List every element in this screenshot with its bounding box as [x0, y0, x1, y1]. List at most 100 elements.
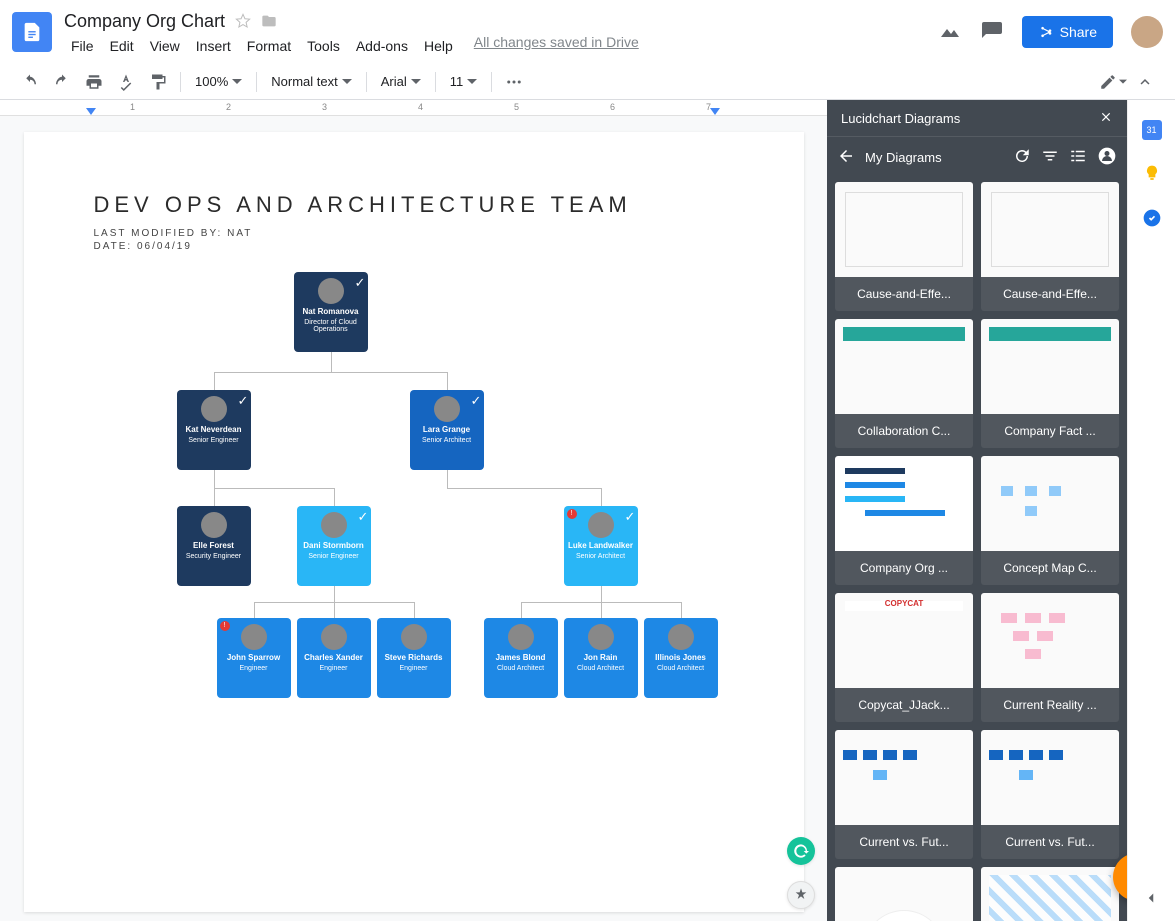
check-icon: ✓: [238, 393, 248, 403]
star-icon[interactable]: [235, 13, 251, 29]
org-node[interactable]: ! John Sparrow Engineer: [217, 618, 291, 698]
panel-header: Lucidchart Diagrams: [827, 100, 1127, 136]
keep-icon[interactable]: [1142, 164, 1162, 184]
org-node[interactable]: Jon Rain Cloud Architect: [564, 618, 638, 698]
grammarly-icon[interactable]: [787, 837, 815, 865]
org-node[interactable]: ✓ Dani Stormborn Senior Engineer: [297, 506, 371, 586]
org-node[interactable]: ✓ Kat Neverdean Senior Engineer: [177, 390, 251, 470]
diagram-thumbnail: [981, 319, 1119, 414]
diagram-label: Company Org ...: [835, 551, 973, 585]
account-icon[interactable]: [1097, 146, 1117, 169]
diagram-thumbnail: [835, 867, 973, 921]
back-icon[interactable]: [837, 147, 855, 168]
diagram-thumbnail: [981, 182, 1119, 277]
document-page[interactable]: DEV OPS AND ARCHITECTURE TEAM LAST MODIF…: [24, 132, 804, 912]
check-icon: ✓: [355, 275, 365, 285]
check-icon: ✓: [358, 509, 368, 519]
org-node[interactable]: Charles Xander Engineer: [297, 618, 371, 698]
diagram-thumbnail: [835, 319, 973, 414]
diagram-card[interactable]: Company Fact ...: [981, 319, 1119, 448]
tasks-icon[interactable]: [1142, 208, 1162, 228]
menu-edit[interactable]: Edit: [103, 34, 141, 58]
menu-help[interactable]: Help: [417, 34, 460, 58]
diagram-card[interactable]: Current Reality ...: [981, 593, 1119, 722]
close-icon[interactable]: [1099, 110, 1113, 127]
ruler-tick: 2: [226, 102, 231, 112]
diagram-card[interactable]: Copycat_JJack...: [835, 593, 973, 722]
menu-format[interactable]: Format: [240, 34, 298, 58]
page-date: DATE: 06/04/19: [94, 241, 734, 252]
ruler-tick: 6: [610, 102, 615, 112]
diagram-label: Current vs. Fut...: [835, 825, 973, 859]
comments-icon[interactable]: [980, 20, 1004, 44]
style-select[interactable]: Normal text: [265, 70, 357, 93]
ruler-tick: 1: [130, 102, 135, 112]
calendar-icon[interactable]: 31: [1142, 120, 1162, 140]
docs-logo-icon[interactable]: [12, 12, 52, 52]
menu-file[interactable]: File: [64, 34, 101, 58]
format-paint-button[interactable]: [144, 68, 172, 96]
share-button[interactable]: Share: [1022, 16, 1113, 48]
page-heading: DEV OPS AND ARCHITECTURE TEAM: [94, 192, 734, 218]
ruler-indent-right[interactable]: [710, 108, 720, 115]
ruler-tick: 5: [514, 102, 519, 112]
zoom-select[interactable]: 100%: [189, 70, 248, 93]
org-chart-diagram[interactable]: ✓ Nat Romanova Director of Cloud Operati…: [74, 272, 674, 712]
sort-icon[interactable]: [1041, 147, 1059, 168]
menu-tools[interactable]: Tools: [300, 34, 347, 58]
diagram-card[interactable]: [981, 867, 1119, 921]
ruler-tick: 7: [706, 102, 711, 112]
org-node-root[interactable]: ✓ Nat Romanova Director of Cloud Operati…: [294, 272, 368, 352]
lucidchart-panel: Lucidchart Diagrams My Diagrams Cause-an…: [827, 100, 1127, 921]
ruler-indent-left[interactable]: [86, 108, 96, 115]
org-node[interactable]: James Blond Cloud Architect: [484, 618, 558, 698]
diagram-card[interactable]: Current vs. Fut...: [835, 730, 973, 859]
menu-bar: File Edit View Insert Format Tools Add-o…: [64, 34, 938, 58]
panel-subtitle: My Diagrams: [865, 150, 1003, 165]
font-select[interactable]: Arial: [375, 70, 427, 93]
hide-side-panel-icon[interactable]: [1142, 889, 1162, 909]
menu-view[interactable]: View: [143, 34, 187, 58]
diagram-card[interactable]: Company Org ...: [835, 456, 973, 585]
refresh-icon[interactable]: [1013, 147, 1031, 168]
diagram-label: Company Fact ...: [981, 414, 1119, 448]
spellcheck-button[interactable]: [112, 68, 140, 96]
hide-menus-button[interactable]: [1131, 68, 1159, 96]
editing-mode-button[interactable]: [1099, 68, 1127, 96]
diagram-thumbnail: [981, 867, 1119, 921]
diagram-card[interactable]: Cause-and-Effe...: [835, 182, 973, 311]
title-area: Company Org Chart File Edit View Insert …: [64, 7, 938, 58]
activity-icon[interactable]: [938, 20, 962, 44]
diagram-label: Collaboration C...: [835, 414, 973, 448]
user-avatar[interactable]: [1131, 16, 1163, 48]
diagram-card[interactable]: [835, 867, 973, 921]
org-node[interactable]: ✓ Lara Grange Senior Architect: [410, 390, 484, 470]
diagram-card[interactable]: Cause-and-Effe...: [981, 182, 1119, 311]
diagram-card[interactable]: Collaboration C...: [835, 319, 973, 448]
ruler[interactable]: 1 2 3 4 5 6 7: [0, 100, 827, 116]
toolbar: 100% Normal text Arial 11: [0, 64, 1175, 100]
undo-button[interactable]: [16, 68, 44, 96]
org-node[interactable]: Illinois Jones Cloud Architect: [644, 618, 718, 698]
explore-button[interactable]: [787, 881, 815, 909]
print-button[interactable]: [80, 68, 108, 96]
diagram-card[interactable]: Concept Map C...: [981, 456, 1119, 585]
panel-body[interactable]: Cause-and-Effe...Cause-and-Effe... Collab…: [827, 178, 1127, 921]
move-folder-icon[interactable]: [261, 13, 277, 29]
redo-button[interactable]: [48, 68, 76, 96]
org-node[interactable]: Steve Richards Engineer: [377, 618, 451, 698]
more-button[interactable]: [500, 68, 528, 96]
page-modified: LAST MODIFIED BY: NAT: [94, 228, 734, 239]
document-title[interactable]: Company Org Chart: [64, 11, 225, 32]
header-right: Share: [938, 16, 1163, 48]
check-icon: ✓: [471, 393, 481, 403]
org-node[interactable]: Elle Forest Security Engineer: [177, 506, 251, 586]
side-rail: 31: [1127, 100, 1175, 921]
menu-insert[interactable]: Insert: [189, 34, 238, 58]
font-size-select[interactable]: 11: [444, 70, 484, 93]
menu-addons[interactable]: Add-ons: [349, 34, 415, 58]
list-view-icon[interactable]: [1069, 147, 1087, 168]
org-node[interactable]: ! ✓ Luke Landwalker Senior Architect: [564, 506, 638, 586]
save-status[interactable]: All changes saved in Drive: [474, 34, 639, 58]
diagram-card[interactable]: Current vs. Fut...: [981, 730, 1119, 859]
